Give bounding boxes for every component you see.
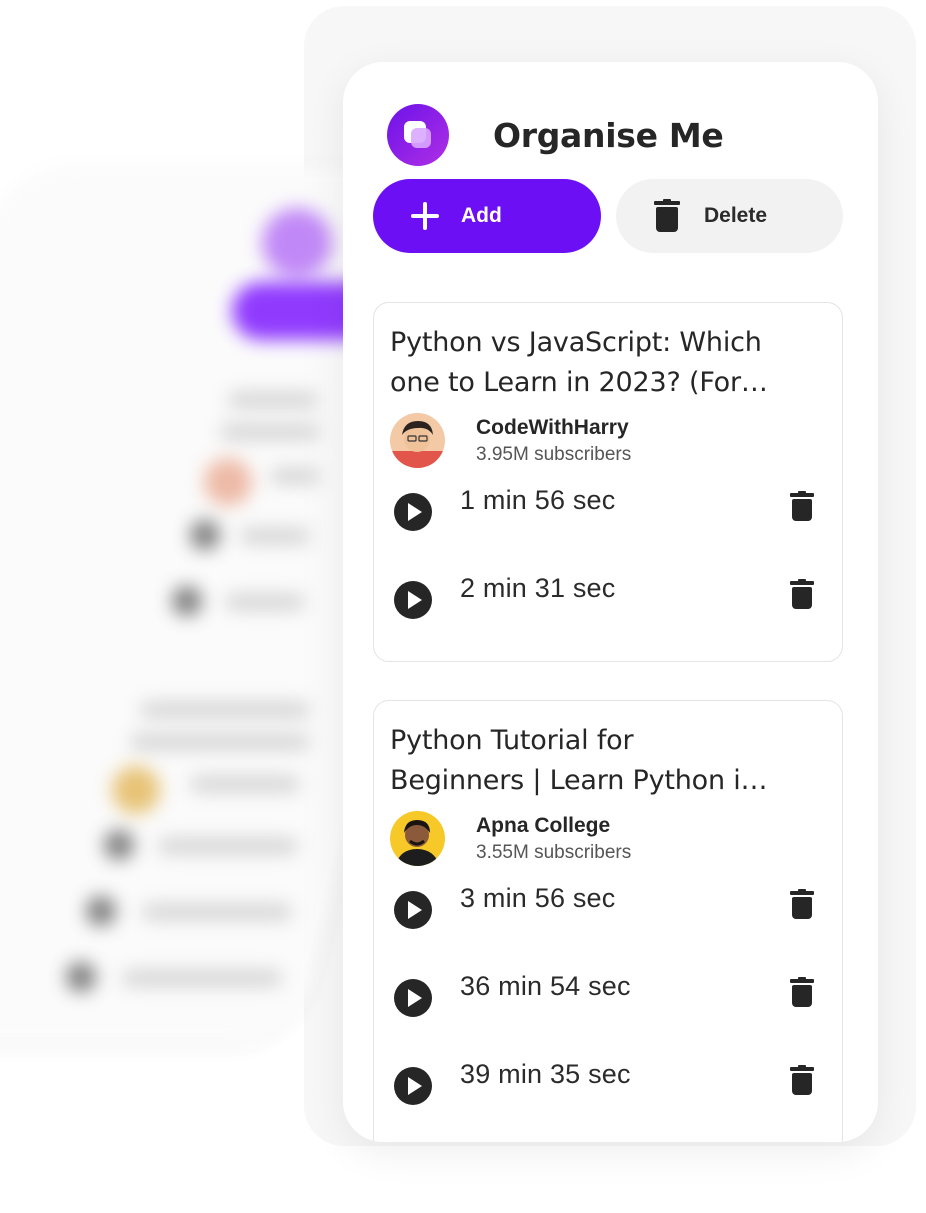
- play-icon[interactable]: [394, 581, 432, 619]
- channel-name[interactable]: CodeWithHarry: [476, 415, 631, 441]
- clip-duration: 39 min 35 sec: [460, 1059, 631, 1089]
- video-card[interactable]: Python vs JavaScript: Which one to Learn…: [373, 302, 843, 662]
- blurred-text-line: [142, 904, 292, 920]
- trash-icon[interactable]: [790, 1065, 814, 1095]
- blurred-play-icon: [86, 896, 116, 926]
- blurred-play-icon: [104, 830, 134, 860]
- blurred-play-icon: [172, 586, 202, 616]
- trash-icon[interactable]: [790, 579, 814, 609]
- avatar: [390, 811, 445, 866]
- trash-icon[interactable]: [790, 889, 814, 919]
- clip-row: 2 min 31 sec: [394, 573, 824, 621]
- app-panel: Organise Me Add Delete Python vs JavaScr…: [343, 62, 878, 1142]
- play-icon[interactable]: [394, 979, 432, 1017]
- blurred-text-line: [140, 702, 310, 718]
- clip-duration: 1 min 56 sec: [460, 485, 616, 515]
- clip-row: 1 min 56 sec: [394, 485, 824, 533]
- trash-icon: [654, 199, 680, 233]
- blurred-text-line: [122, 970, 282, 986]
- add-button[interactable]: Add: [373, 179, 601, 253]
- app-title: Organise Me: [493, 115, 724, 155]
- blurred-avatar: [112, 766, 160, 814]
- add-button-label: Add: [461, 204, 502, 227]
- video-card[interactable]: Python Tutorial for Beginners | Learn Py…: [373, 700, 843, 1142]
- blurred-text-line: [190, 776, 300, 792]
- channel-info: Apna College 3.55M subscribers: [390, 811, 631, 866]
- app-logo-icon: [387, 104, 449, 166]
- clip-duration: 3 min 56 sec: [460, 883, 616, 913]
- blurred-text-line: [225, 594, 305, 610]
- blurred-text-line: [270, 468, 320, 484]
- subscriber-count: 3.55M subscribers: [476, 841, 632, 863]
- channel-name[interactable]: Apna College: [476, 813, 631, 839]
- blurred-text-line: [220, 424, 320, 440]
- video-title-line: Python Tutorial for: [390, 725, 634, 756]
- channel-info: CodeWithHarry 3.95M subscribers: [390, 413, 631, 468]
- trash-icon[interactable]: [790, 977, 814, 1007]
- video-title: Python vs JavaScript: Which one to Learn…: [390, 323, 830, 403]
- clip-row: 39 min 35 sec: [394, 1059, 824, 1107]
- blurred-text-line: [240, 528, 310, 544]
- plus-icon: [411, 202, 439, 230]
- video-title: Python Tutorial for Beginners | Learn Py…: [390, 721, 830, 801]
- video-title-line: Beginners | Learn Python i…: [390, 765, 768, 796]
- trash-icon[interactable]: [790, 491, 814, 521]
- toolbar: Add Delete: [373, 179, 843, 253]
- blurred-play-icon: [66, 962, 96, 992]
- video-title-line: one to Learn in 2023? (For…: [390, 367, 768, 398]
- delete-button[interactable]: Delete: [616, 179, 843, 253]
- video-title-line: Python vs JavaScript: Which: [390, 327, 762, 358]
- header: Organise Me: [387, 104, 724, 166]
- blurred-logo: [262, 208, 332, 278]
- play-icon[interactable]: [394, 1067, 432, 1105]
- clip-duration: 36 min 54 sec: [460, 971, 631, 1001]
- play-icon[interactable]: [394, 891, 432, 929]
- clip-row: 3 min 56 sec: [394, 883, 824, 931]
- blurred-text-line: [228, 392, 318, 408]
- blurred-play-icon: [190, 520, 220, 550]
- blurred-text-line: [158, 838, 298, 854]
- clip-duration: 2 min 31 sec: [460, 573, 616, 603]
- delete-button-label: Delete: [704, 204, 768, 227]
- clip-row: 36 min 54 sec: [394, 971, 824, 1019]
- play-icon[interactable]: [394, 493, 432, 531]
- blurred-avatar: [204, 458, 252, 506]
- subscriber-count: 3.95M subscribers: [476, 443, 632, 465]
- avatar: [390, 413, 445, 468]
- blurred-text-line: [130, 734, 310, 750]
